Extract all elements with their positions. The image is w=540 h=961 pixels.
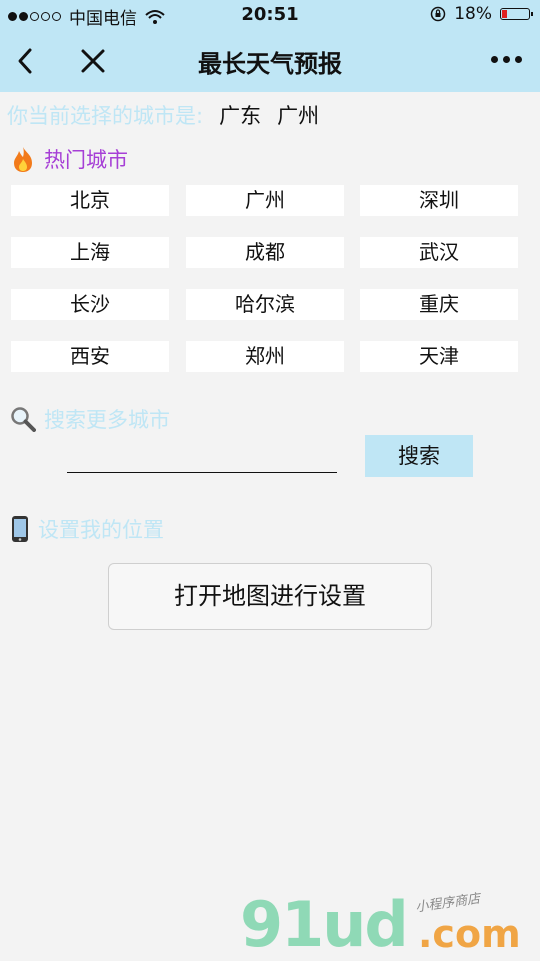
- battery-icon: [500, 8, 533, 20]
- fire-icon: [14, 147, 32, 172]
- open-map-button[interactable]: 打开地图进行设置: [108, 563, 432, 630]
- more-menu-icon[interactable]: [491, 56, 522, 63]
- page-title: 最长天气预报: [198, 50, 342, 78]
- location-title: 设置我的位置: [38, 518, 164, 542]
- city-button[interactable]: 深圳: [360, 185, 518, 216]
- location-header: 设置我的位置: [10, 514, 164, 544]
- current-province: 广东: [219, 104, 262, 128]
- watermark-com: .com: [418, 912, 521, 956]
- city-button[interactable]: 上海: [11, 237, 169, 268]
- city-button[interactable]: 西安: [11, 341, 169, 372]
- city-button[interactable]: 天津: [360, 341, 518, 372]
- city-button[interactable]: 重庆: [360, 289, 518, 320]
- phone-icon: [12, 516, 28, 542]
- nav-bar: 最长天气预报: [0, 30, 540, 92]
- hot-cities-title: 热门城市: [44, 148, 128, 172]
- search-header: 搜索更多城市: [10, 404, 170, 434]
- rotation-lock-icon: [430, 6, 446, 22]
- city-button[interactable]: 北京: [11, 185, 169, 216]
- current-city-name: 广州: [277, 104, 320, 128]
- watermark-main: 91ud: [240, 888, 409, 961]
- city-button[interactable]: 广州: [186, 185, 344, 216]
- city-button[interactable]: 郑州: [186, 341, 344, 372]
- magnifier-icon: [11, 407, 36, 432]
- search-title: 搜索更多城市: [44, 408, 170, 432]
- city-button[interactable]: 长沙: [11, 289, 169, 320]
- hot-cities-header: 热门城市: [10, 144, 128, 174]
- city-button[interactable]: 哈尔滨: [186, 289, 344, 320]
- status-bar: 中国电信 20:51 18%: [0, 0, 540, 30]
- city-button[interactable]: 成都: [186, 237, 344, 268]
- search-input[interactable]: [67, 472, 337, 473]
- current-city: 你当前选择的城市是: 广东 广州: [7, 100, 319, 130]
- city-button[interactable]: 武汉: [360, 237, 518, 268]
- battery-percent: 18%: [454, 4, 492, 24]
- search-button[interactable]: 搜索: [365, 435, 473, 477]
- current-city-label: 你当前选择的城市是:: [7, 104, 204, 128]
- watermark-logo: 91ud .com 小程序商店: [240, 878, 540, 961]
